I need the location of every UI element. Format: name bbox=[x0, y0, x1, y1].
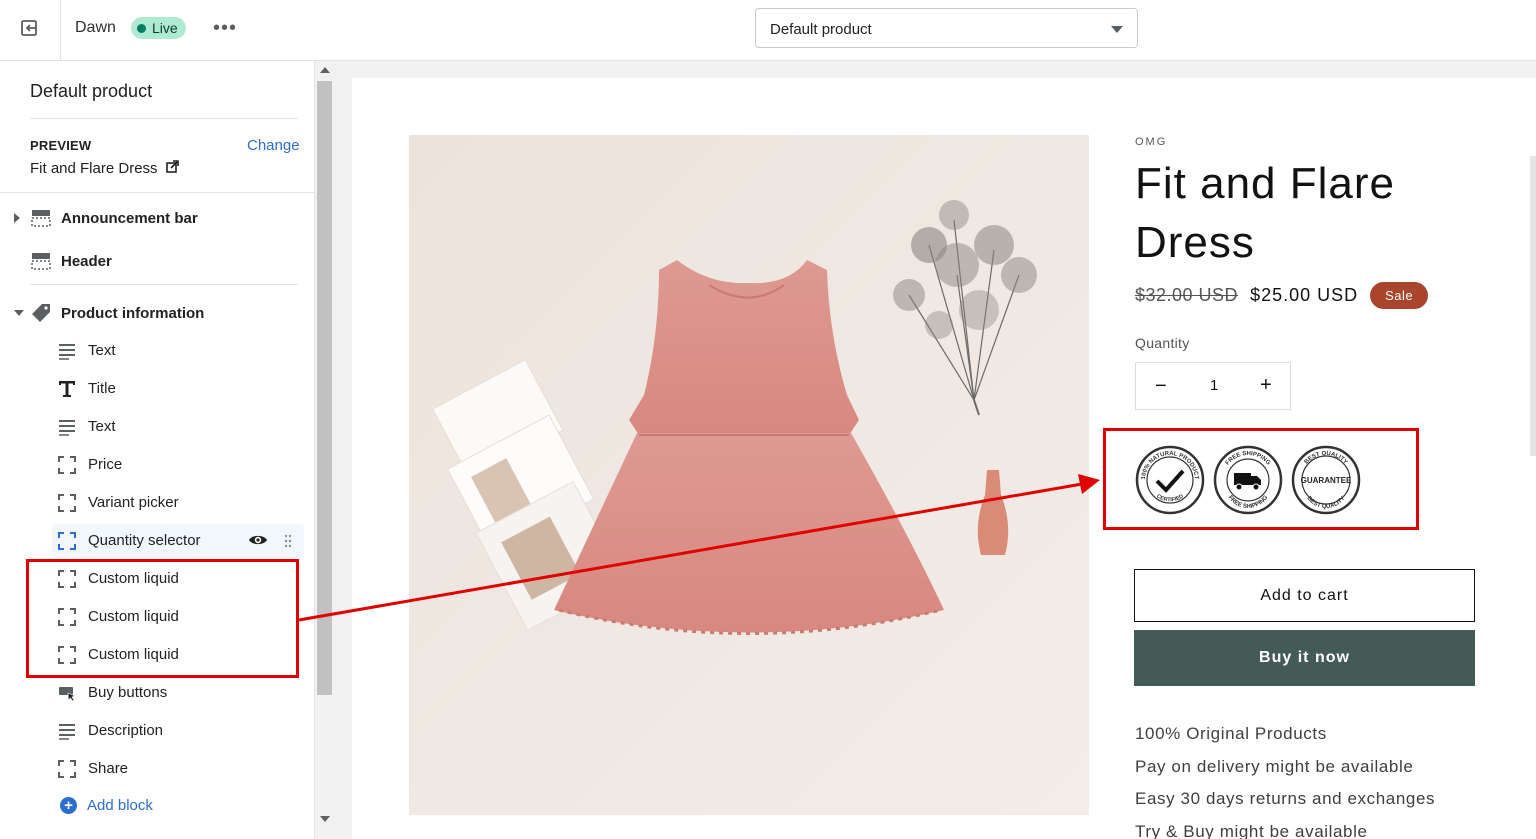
live-dot-icon bbox=[137, 23, 146, 33]
sidebar-title: Default product bbox=[30, 81, 153, 101]
sidebar: Default product PREVIEW Change Fit and F… bbox=[0, 61, 314, 839]
section-header[interactable]: Header bbox=[0, 242, 314, 280]
section-label: Announcement bar bbox=[61, 209, 198, 227]
quantity-label: Quantity bbox=[1135, 335, 1190, 351]
exit-button[interactable] bbox=[0, 0, 61, 60]
live-label: Live bbox=[152, 20, 178, 36]
canvas-scrollbar-thumb[interactable] bbox=[1530, 156, 1536, 456]
block-label: Share bbox=[88, 760, 129, 777]
live-status-badge: Live bbox=[131, 17, 186, 39]
product-photo-illustration bbox=[409, 135, 1089, 815]
section-product-information[interactable]: Product information bbox=[0, 294, 314, 332]
section-label: Product information bbox=[61, 304, 205, 322]
block-frame-icon bbox=[58, 494, 76, 512]
block-frame-icon bbox=[58, 532, 76, 550]
more-actions-button[interactable]: ••• bbox=[213, 17, 237, 39]
product-title: Fit and Flare Dress bbox=[1135, 159, 1395, 267]
chevron-down-icon bbox=[1111, 26, 1123, 33]
drag-handle-icon[interactable] bbox=[284, 534, 292, 548]
block-quantity-selector[interactable]: Quantity selector bbox=[52, 524, 304, 558]
block-title[interactable]: Title bbox=[52, 372, 304, 406]
feature-line: Pay on delivery might be available bbox=[1135, 756, 1414, 776]
quantity-decrease-button[interactable]: − bbox=[1155, 375, 1167, 398]
scroll-down-arrow-icon[interactable] bbox=[320, 816, 330, 822]
add-block-button[interactable]: + Add block bbox=[60, 797, 153, 814]
annotation-highlight-sidebar bbox=[26, 559, 299, 678]
tag-icon bbox=[31, 303, 51, 328]
block-label: Buy buttons bbox=[88, 684, 168, 701]
compare-at-price: $32.00 USD bbox=[1135, 285, 1239, 305]
quantity-stepper: − 1 + bbox=[1135, 362, 1291, 410]
text-lines-icon bbox=[59, 420, 75, 436]
product-vendor: OMG bbox=[1135, 136, 1168, 148]
section-announcement-bar[interactable]: Announcement bar bbox=[0, 199, 314, 237]
exit-icon bbox=[20, 18, 40, 43]
scrollbar-thumb[interactable] bbox=[317, 81, 332, 695]
divider bbox=[30, 284, 298, 285]
block-label: Variant picker bbox=[88, 494, 179, 511]
section-label: Header bbox=[61, 252, 112, 270]
buy-buttons-icon bbox=[59, 687, 76, 702]
product-features: 100% Original Products Pay on delivery m… bbox=[1135, 718, 1435, 839]
theme-name: Dawn bbox=[75, 19, 116, 36]
external-link-icon bbox=[165, 160, 179, 177]
preview-product[interactable]: Fit and Flare Dress bbox=[30, 160, 179, 177]
block-description[interactable]: Description bbox=[52, 714, 304, 748]
block-label: Price bbox=[88, 456, 123, 473]
template-select-value: Default product bbox=[770, 21, 872, 38]
block-frame-icon bbox=[58, 456, 76, 474]
block-share[interactable]: Share bbox=[52, 752, 304, 786]
plus-circle-icon: + bbox=[60, 797, 77, 814]
block-label: Title bbox=[88, 380, 116, 397]
eye-icon[interactable] bbox=[248, 533, 268, 547]
expand-arrow-icon[interactable] bbox=[14, 213, 20, 223]
sidebar-scrollbar[interactable] bbox=[314, 61, 334, 839]
preview-change-link[interactable]: Change bbox=[247, 137, 300, 154]
block-buy-buttons[interactable]: Buy buttons bbox=[52, 676, 304, 710]
block-label: Quantity selector bbox=[88, 532, 201, 549]
feature-line: Try & Buy might be available bbox=[1135, 821, 1368, 839]
block-text[interactable]: Text bbox=[52, 334, 304, 368]
add-block-label: Add block bbox=[87, 797, 153, 814]
quantity-increase-button[interactable]: + bbox=[1260, 374, 1272, 397]
text-lines-icon bbox=[59, 344, 75, 360]
scroll-up-arrow-icon[interactable] bbox=[320, 67, 330, 73]
title-t-icon bbox=[59, 381, 75, 397]
sale-price: $25.00 USD bbox=[1250, 285, 1359, 305]
feature-line: Easy 30 days returns and exchanges bbox=[1135, 789, 1436, 808]
text-lines-icon bbox=[59, 724, 75, 740]
feature-line: 100% Original Products bbox=[1135, 724, 1327, 743]
block-frame-icon bbox=[58, 760, 76, 778]
block-label: Text bbox=[88, 342, 116, 359]
collapse-arrow-icon[interactable] bbox=[14, 310, 24, 316]
add-to-cart-button[interactable]: Add to cart bbox=[1134, 569, 1475, 622]
block-label: Text bbox=[88, 418, 116, 435]
divider bbox=[30, 118, 298, 119]
price-row: $32.00 USD $25.00 USD Sale bbox=[1135, 282, 1429, 309]
block-price[interactable]: Price bbox=[52, 448, 304, 482]
quantity-input[interactable]: 1 bbox=[1210, 377, 1218, 394]
top-bar: Dawn Live ••• Default product bbox=[0, 0, 1536, 61]
preview-label: PREVIEW bbox=[30, 138, 92, 153]
block-variant-picker[interactable]: Variant picker bbox=[52, 486, 304, 520]
block-label: Description bbox=[88, 722, 164, 739]
product-image[interactable] bbox=[409, 135, 1089, 815]
section-layout-icon bbox=[31, 252, 51, 275]
block-text[interactable]: Text bbox=[52, 410, 304, 444]
sale-badge: Sale bbox=[1370, 282, 1429, 309]
template-select[interactable]: Default product bbox=[755, 8, 1138, 48]
preview-product-name: Fit and Flare Dress bbox=[30, 160, 158, 177]
divider bbox=[0, 192, 314, 193]
section-layout-icon bbox=[31, 209, 51, 232]
buy-now-button[interactable]: Buy it now bbox=[1134, 630, 1475, 686]
annotation-highlight-badges bbox=[1103, 428, 1419, 530]
